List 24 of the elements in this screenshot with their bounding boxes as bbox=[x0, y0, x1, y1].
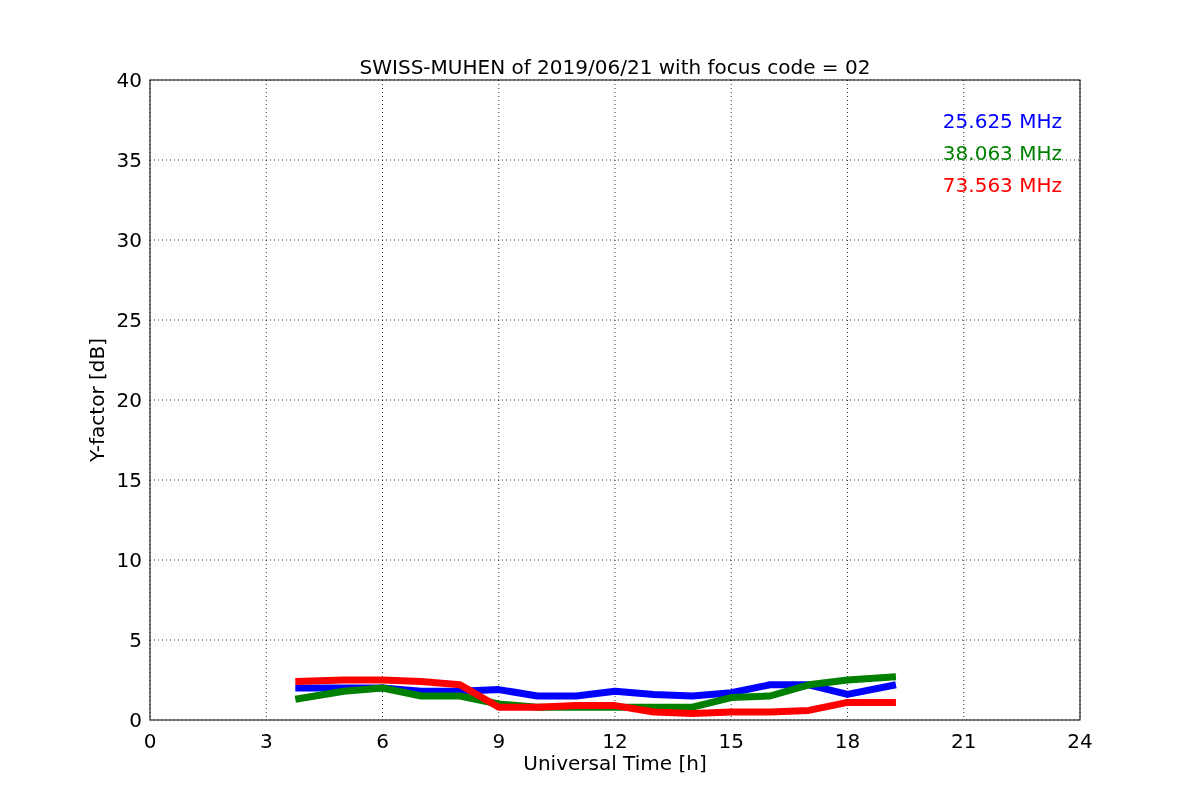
chart-title: SWISS-MUHEN of 2019/06/21 with focus code = 02 bbox=[359, 55, 871, 79]
tick-label: 24 bbox=[1067, 729, 1093, 753]
tick-label: 3 bbox=[259, 729, 273, 753]
tick-label: 5 bbox=[129, 628, 142, 652]
legend-label: 25.625 MHz bbox=[942, 109, 1062, 133]
tick-label: 10 bbox=[116, 548, 142, 572]
tick-label: 6 bbox=[376, 729, 389, 753]
tick-label: 9 bbox=[492, 729, 506, 753]
tick-label: 40 bbox=[116, 68, 142, 92]
tick-label: 12 bbox=[602, 729, 628, 753]
tick-label: 0 bbox=[129, 708, 142, 732]
tick-label: 15 bbox=[116, 468, 142, 492]
tick-label: 0 bbox=[143, 729, 157, 753]
legend-label: 38.063 MHz bbox=[942, 141, 1062, 165]
tick-label: 20 bbox=[116, 388, 142, 412]
tick-label: 25 bbox=[116, 308, 142, 332]
tick-label: 18 bbox=[834, 729, 861, 753]
x-axis-label: Universal Time [h] bbox=[523, 751, 707, 775]
y-axis-label: Y-factor [dB] bbox=[85, 338, 109, 462]
legend-label: 73.563 MHz bbox=[942, 173, 1062, 197]
tick-label: 15 bbox=[718, 729, 744, 753]
tick-label: 35 bbox=[116, 148, 142, 172]
tick-label: 21 bbox=[951, 729, 977, 753]
tick-label: 30 bbox=[116, 228, 142, 252]
